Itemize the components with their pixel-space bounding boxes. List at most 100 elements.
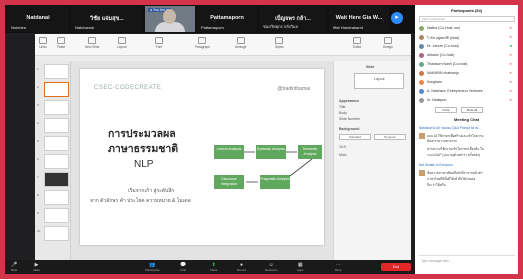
ribbon-button[interactable]: Undo xyxy=(39,37,47,49)
chat-text: ก็จะว่าได้หรือ xyxy=(427,183,446,187)
participant-name: ชนกวิทยุกร กลังวิมล xyxy=(263,24,298,29)
record-button[interactable]: ● Record xyxy=(237,262,246,272)
slide-thumbnail[interactable] xyxy=(44,136,69,151)
theme-select[interactable]: Main xyxy=(339,153,347,157)
flow-box-pragmatic: Pragmatic Analysis xyxy=(260,175,290,189)
flow-box-semantic: Semantic Analysis xyxy=(298,145,322,159)
ribbon-button[interactable]: Paste xyxy=(57,37,65,49)
toolbar-label: Chat xyxy=(180,268,187,272)
body-checkbox[interactable]: Body xyxy=(339,111,347,115)
slide-thumbnail[interactable] xyxy=(44,208,69,223)
ribbon-button[interactable]: Paragraph xyxy=(195,37,210,49)
design-icon xyxy=(383,37,392,44)
slide-thumbnail[interactable] xyxy=(44,226,69,241)
undo-icon xyxy=(39,37,47,44)
invite-button[interactable]: Invite xyxy=(435,107,457,113)
meeting-toolbar: 🎤 Mute ▶ Video 👥 Participants 💬 Chat ⬆ Share … xyxy=(5,260,415,274)
font-icon xyxy=(155,37,163,44)
chat-message-header: Natdanai to All: ทดสอบ Q&A Prompt for AI… xyxy=(419,126,481,130)
slide-thumbnail[interactable] xyxy=(44,64,69,79)
standard-button[interactable]: Standard xyxy=(339,134,371,140)
avatar xyxy=(419,62,424,67)
video-tile[interactable]: Wait Here Gia W... Iffat Harutrakarnt xyxy=(329,6,389,32)
shared-screen-keynote: Undo Paste New Slide Layout Font Paragra… xyxy=(35,34,411,260)
next-video-page-button[interactable]: ▸ xyxy=(391,12,403,24)
flow-arrows xyxy=(244,151,313,183)
video-tile[interactable]: Natdanai Nutchira xyxy=(7,6,69,32)
ribbon-label: Arrange xyxy=(235,45,247,49)
more-button[interactable]: ⋯ More xyxy=(335,262,341,272)
zoom-window: Natdanai Nutchira วิชัย แจ่มสุข... Natch… xyxy=(5,5,518,274)
participants-button[interactable]: 👥 Participants xyxy=(145,262,160,272)
dynamic-button[interactable]: Dynamic xyxy=(374,134,406,140)
chat-text: แบบ AI ใช้ภาษาเพื่อสร้างและเข้าใจความ xyxy=(427,133,484,138)
end-meeting-button[interactable]: End xyxy=(381,263,411,271)
video-tile[interactable]: วิชัย แจ่มสุข... Natchanok xyxy=(71,6,143,32)
video-button[interactable]: ▶ Video xyxy=(33,262,40,272)
participant-row[interactable]: Kongkarn ✕ xyxy=(419,79,515,86)
ribbon-button[interactable]: Arrange xyxy=(235,37,246,49)
slide-thumbnail[interactable] xyxy=(44,172,69,187)
chat-input[interactable]: Type message here... xyxy=(419,255,515,269)
presenter-video[interactable]: ● You Are In xyxy=(145,6,195,32)
participant-name: Iffat Harutrakarnt xyxy=(333,25,363,30)
slide-thumbnail[interactable] xyxy=(44,154,69,169)
reactions-button[interactable]: ☺ Reactions xyxy=(265,262,277,272)
slide-thumbnail[interactable] xyxy=(44,190,69,205)
slide-number-checkbox[interactable]: Slide Number xyxy=(339,117,360,121)
arrange-icon xyxy=(236,37,245,44)
ribbon-button[interactable]: Design xyxy=(383,37,393,49)
participant-row[interactable]: Nattha (Co-Host, me) ✕ xyxy=(419,25,515,32)
apps-button[interactable]: ▦ Apps xyxy=(297,262,303,272)
participant-name-large: Wait Here Gia W... xyxy=(335,15,383,21)
chat-button[interactable]: 💬 Chat xyxy=(180,262,186,272)
participant-row[interactable]: ไวรัส อยู่สมบัติ (Host) ✕ xyxy=(419,34,515,41)
thumb-number: 7 xyxy=(37,175,39,179)
slide-thumbnail-selected[interactable] xyxy=(44,82,69,97)
chat-message-header: Nat Senate to Everyone xyxy=(419,163,453,167)
thumb-number: 6 xyxy=(37,157,39,161)
chat-text: ต้องการความสามารถ xyxy=(427,139,458,143)
ribbon-button[interactable]: Layout xyxy=(117,37,127,49)
avatar xyxy=(419,35,424,40)
slide-thumbnail[interactable] xyxy=(44,118,69,133)
participant-row[interactable]: Aekarin (Co-host) ✕ xyxy=(419,52,515,59)
video-tile[interactable]: Pattamaporn Pattamaporn xyxy=(197,6,257,32)
paragraph-icon xyxy=(198,37,207,44)
layout-preview[interactable] xyxy=(354,73,404,89)
participant-name: Aekarin (Co-host) xyxy=(427,53,455,57)
muted-icon: ✕ xyxy=(509,80,512,84)
participant-name: NAKARIN chatnanja xyxy=(427,71,459,75)
slide-thumbnail[interactable] xyxy=(44,100,69,115)
slide-canvas: CSEC·CODECREATE @tradinthamai การประมวลผ… xyxy=(71,61,333,260)
participant-name: A. Natchara, Entrepreneur Ventures xyxy=(427,89,483,93)
layout-label: Layout xyxy=(374,77,385,81)
participant-name: Pattamaporn xyxy=(201,25,224,30)
toolbar-label: Reactions xyxy=(265,268,278,272)
participant-search-input[interactable]: Find a participant xyxy=(419,16,515,22)
share-screen-button[interactable]: ⬆ Share xyxy=(210,262,217,272)
ribbon-button[interactable]: Editor xyxy=(353,37,361,49)
participant-row[interactable]: Dr. Jaroon (Co-host) ■ xyxy=(419,43,515,50)
slide-size[interactable]: 16:9 xyxy=(339,145,346,149)
toolbar-label: Participants xyxy=(145,268,160,272)
sender-avatar xyxy=(419,170,425,176)
participant-row[interactable]: NAKARIN chatnanja ✕ xyxy=(419,70,515,77)
format-panel: Slide Layout Appearance Title Body Slide… xyxy=(333,61,411,260)
slide[interactable]: CSEC·CODECREATE @tradinthamai การประมวลผ… xyxy=(80,69,324,245)
mute-all-button[interactable]: Mute All xyxy=(461,107,483,113)
chat-text: ภาษาไทยก็มีทั้งที่ได้เข้าถึงได้ง่ายต่อ xyxy=(427,177,476,181)
avatar xyxy=(419,89,424,94)
ribbon-label: Layout xyxy=(117,45,127,49)
participant-row[interactable]: A. Natchara, Entrepreneur Ventures ✕ xyxy=(419,88,515,95)
ribbon-button[interactable]: Font xyxy=(155,37,163,49)
avatar xyxy=(419,44,424,49)
ribbon-button[interactable]: Styles xyxy=(275,37,284,49)
participant-row[interactable]: Thanisorn Nanh (Co-host) ✕ xyxy=(419,61,515,68)
video-tile[interactable]: เบ็ญจพร กล้า... ชนกวิทยุกร กลังวิมล xyxy=(259,6,327,32)
participant-row[interactable]: Kr. Nattapon ✕ xyxy=(419,97,515,104)
mute-button[interactable]: 🎤 Mute xyxy=(11,262,17,272)
participants-title: Participants (54) xyxy=(450,8,483,13)
ribbon-button[interactable]: New Slide xyxy=(85,37,99,49)
title-checkbox[interactable]: Title xyxy=(339,105,345,109)
